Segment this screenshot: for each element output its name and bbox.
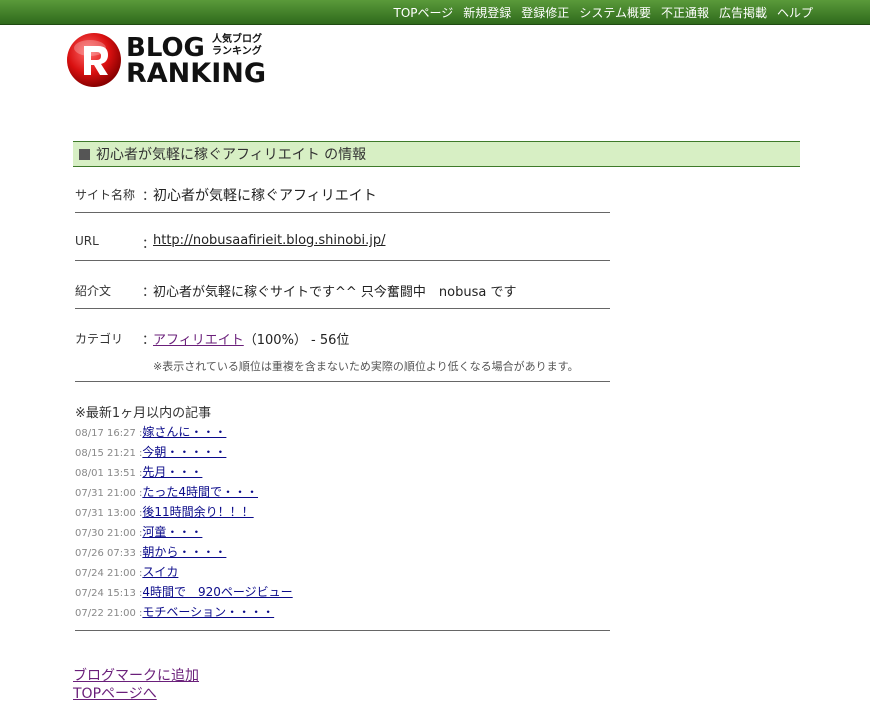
url-row: URL ： http://nobusaafirieit.blog.shinobi…	[75, 228, 610, 261]
article-link[interactable]: 今朝・・・・・	[142, 445, 226, 459]
intro-label: 紹介文	[75, 284, 112, 298]
article-item: 07/24 15:13 :4時間で 920ページビュー	[75, 583, 293, 601]
top-nav: TOPページ 新規登録 登録修正 システム概要 不正通報 広告掲載 ヘルプ	[384, 5, 814, 21]
site-name-label: サイト名称	[75, 188, 136, 202]
logo-subtitle: 人気ブログ ランキング	[212, 34, 272, 58]
article-link[interactable]: 後11時間余り！！！	[142, 505, 253, 519]
nav-help[interactable]: ヘルプ	[777, 5, 813, 21]
article-time: 07/31 21:00 :	[75, 488, 143, 499]
recent-articles: ※最新1ヶ月以内の記事 08/17 16:27 :嫁さんに・・・ 08/15 2…	[75, 402, 610, 631]
article-time: 07/26 07:33 :	[75, 548, 143, 559]
article-link[interactable]: 先月・・・	[142, 465, 202, 479]
article-item: 08/17 16:27 :嫁さんに・・・	[75, 423, 226, 441]
article-link[interactable]: 朝から・・・・	[142, 545, 226, 559]
article-item: 07/30 21:00 :河童・・・	[75, 523, 202, 541]
site-url-link[interactable]: http://nobusaafirieit.blog.shinobi.jp/	[153, 233, 385, 248]
article-time: 07/22 21:00 :	[75, 608, 143, 619]
nav-top-page[interactable]: TOPページ	[394, 5, 454, 21]
category-row: カテゴリ ： アフィリエイト（100%） - 56位 ※表示されている順位は重複…	[75, 324, 610, 382]
section-header: 初心者が気軽に稼ぐアフィリエイト の情報	[73, 141, 800, 167]
category-label: カテゴリ	[75, 332, 124, 346]
article-time: 07/24 21:00 :	[75, 568, 143, 579]
site-name-row: サイト名称 ： 初心者が気軽に稼ぐアフィリエイト	[75, 180, 610, 213]
article-time: 08/17 16:27 :	[75, 428, 143, 439]
blog-ranking-logo-icon	[67, 33, 121, 87]
article-time: 07/30 21:00 :	[75, 528, 143, 539]
nav-edit-registration[interactable]: 登録修正	[521, 5, 569, 21]
category-value: アフィリエイト（100%） - 56位	[153, 329, 349, 348]
article-time: 07/24 15:13 :	[75, 588, 143, 599]
url-label: URL	[75, 234, 99, 248]
nav-advertising[interactable]: 広告掲載	[719, 5, 767, 21]
nav-system-overview[interactable]: システム概要	[579, 5, 651, 21]
site-logo[interactable]: BLOG RANKING 人気ブログ ランキング	[66, 32, 276, 92]
top-page-link[interactable]: TOPページへ	[73, 685, 199, 703]
category-rank: （100%） - 56位	[243, 333, 350, 348]
article-link[interactable]: たった4時間で・・・	[142, 485, 258, 499]
article-link[interactable]: 河童・・・	[142, 525, 202, 539]
nav-report-abuse[interactable]: 不正通報	[661, 5, 709, 21]
recent-articles-title: ※最新1ヶ月以内の記事	[75, 406, 212, 421]
logo-text-ranking: RANKING	[126, 58, 267, 89]
section-title: 初心者が気軽に稼ぐアフィリエイト の情報	[96, 147, 367, 163]
footer-links: ブログマークに追加 TOPページへ	[73, 667, 199, 703]
article-item: 07/26 07:33 :朝から・・・・	[75, 543, 226, 561]
article-item: 08/01 13:51 :先月・・・	[75, 463, 202, 481]
article-link[interactable]: モチベーション・・・・	[142, 605, 274, 619]
article-item: 07/31 13:00 :後11時間余り！！！	[75, 503, 254, 521]
logo-subtitle-line1: 人気ブログ	[212, 34, 262, 45]
logo-subtitle-line2: ランキング	[212, 46, 262, 57]
article-time: 08/15 21:21 :	[75, 448, 143, 459]
article-item: 07/31 21:00 :たった4時間で・・・	[75, 483, 258, 501]
intro-row: 紹介文 ： 初心者が気軽に稼ぐサイトです^^ 只今奮闘中 nobusa です	[75, 276, 610, 309]
article-link[interactable]: 嫁さんに・・・	[142, 425, 226, 439]
article-item: 07/24 21:00 :スイカ	[75, 563, 178, 581]
article-item: 08/15 21:21 :今朝・・・・・	[75, 443, 226, 461]
nav-new-registration[interactable]: 新規登録	[463, 5, 511, 21]
square-bullet-icon	[79, 148, 90, 160]
article-item: 07/22 21:00 :モチベーション・・・・	[75, 603, 274, 621]
intro-value: 初心者が気軽に稼ぐサイトです^^ 只今奮闘中 nobusa です	[153, 285, 517, 300]
article-link[interactable]: 4時間で 920ページビュー	[142, 585, 292, 599]
site-name-value: 初心者が気軽に稼ぐアフィリエイト	[153, 188, 377, 204]
article-time: 07/31 13:00 :	[75, 508, 143, 519]
category-note: ※表示されている順位は重複を含まないため実際の順位より低くなる場合があります。	[153, 360, 579, 373]
article-link[interactable]: スイカ	[142, 565, 178, 579]
add-bookmark-link[interactable]: ブログマークに追加	[73, 667, 199, 685]
category-link[interactable]: アフィリエイト	[153, 333, 244, 348]
top-nav-bar: TOPページ 新規登録 登録修正 システム概要 不正通報 広告掲載 ヘルプ	[0, 0, 870, 25]
article-time: 08/01 13:51 :	[75, 468, 143, 479]
